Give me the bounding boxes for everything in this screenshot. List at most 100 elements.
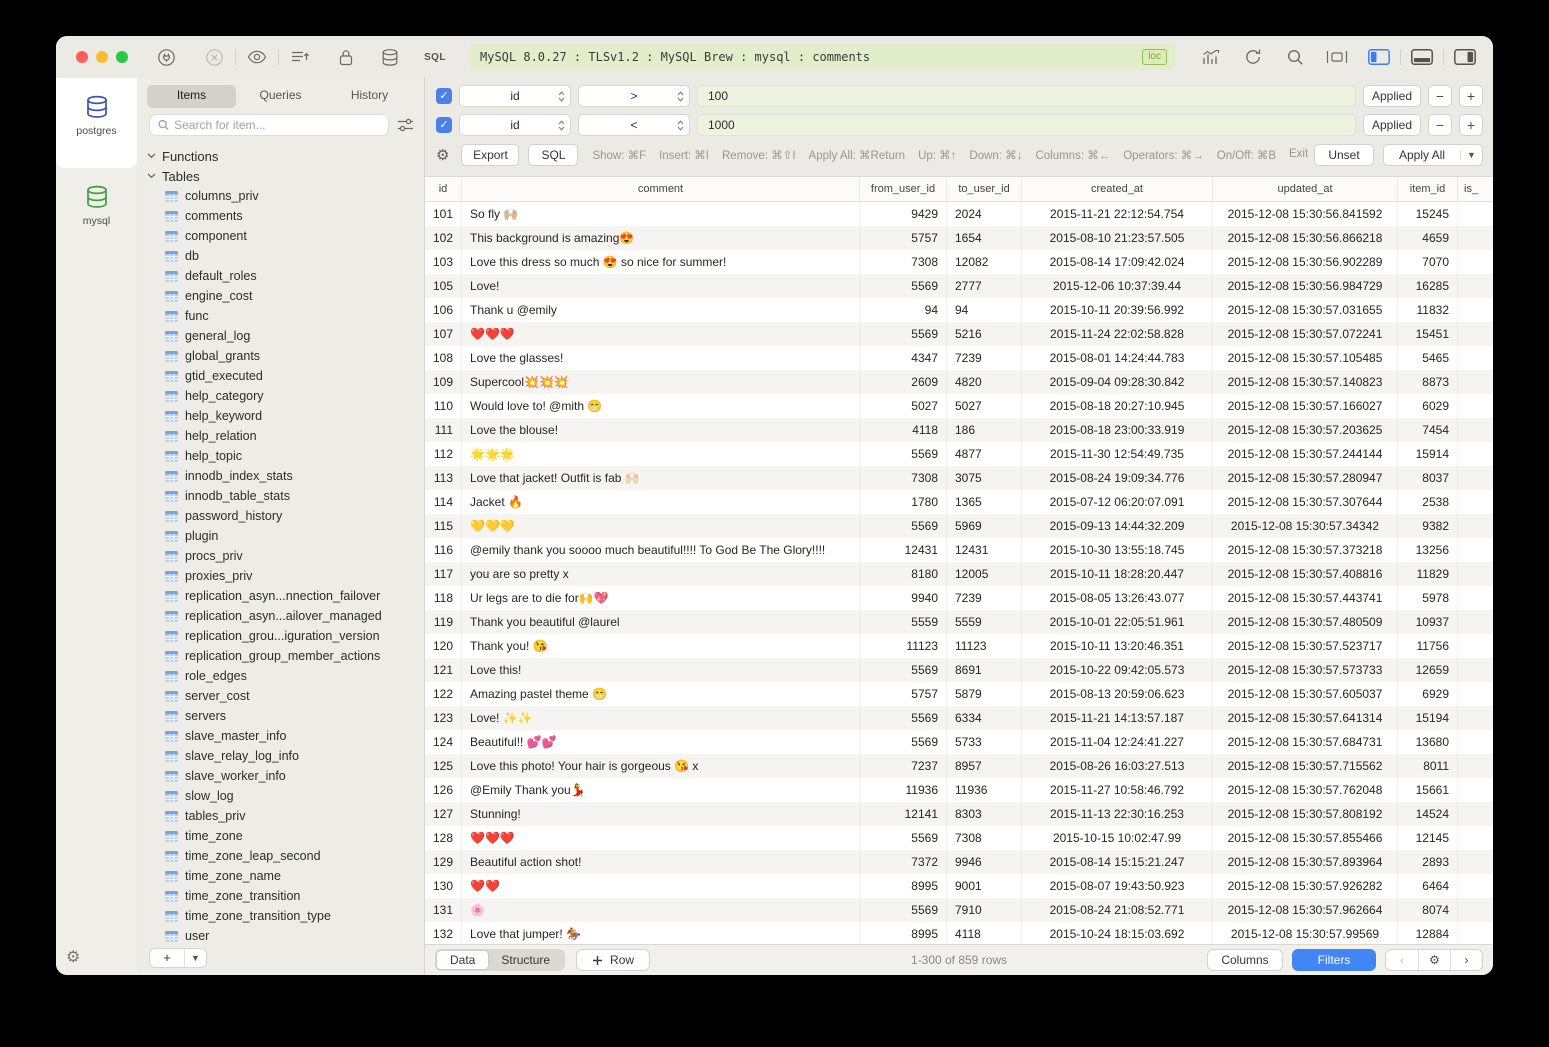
cell-updated_at[interactable]: 2015-12-08 15:30:57.962664 <box>1213 898 1398 922</box>
cell-id[interactable]: 102 <box>425 226 462 250</box>
sidebar-item-db[interactable]: db <box>147 246 424 266</box>
column-header-created_at[interactable]: created_at <box>1022 177 1213 201</box>
cell-item_id[interactable]: 6464 <box>1398 874 1458 898</box>
cell-created_at[interactable]: 2015-08-26 16:03:27.513 <box>1022 754 1213 778</box>
sidebar-item-slave_worker_info[interactable]: slave_worker_info <box>147 766 424 786</box>
column-header-to_user_id[interactable]: to_user_id <box>947 177 1022 201</box>
sidebar-item-replication_asyn...nnection_failover[interactable]: replication_asyn...nnection_failover <box>147 586 424 606</box>
cell-to_user_id[interactable]: 2024 <box>947 202 1022 226</box>
cell-item_id[interactable]: 8011 <box>1398 754 1458 778</box>
cell-comment[interactable]: Amazing pastel theme 😁 <box>462 682 860 706</box>
cell-comment[interactable]: Beautiful!! 💕💕 <box>462 730 860 754</box>
cell-created_at[interactable]: 2015-11-21 14:13:57.187 <box>1022 706 1213 730</box>
apply-all-chevron[interactable]: ▼ <box>1460 150 1482 160</box>
cell-to_user_id[interactable]: 4877 <box>947 442 1022 466</box>
cell-from_user_id[interactable]: 7308 <box>860 466 947 490</box>
cell-item_id[interactable]: 11756 <box>1398 634 1458 658</box>
cell-created_at[interactable]: 2015-10-24 18:15:03.692 <box>1022 922 1213 944</box>
cell-item_id[interactable]: 12884 <box>1398 922 1458 944</box>
apply-all-button[interactable]: Apply All ▼ <box>1383 144 1483 166</box>
sidebar-item-replication_group_member_actions[interactable]: replication_group_member_actions <box>147 646 424 666</box>
add-item-chevron[interactable]: ▼ <box>184 949 206 967</box>
add-filter-button[interactable]: + <box>1459 85 1483 107</box>
cell-comment[interactable]: Jacket 🔥 <box>462 490 860 514</box>
cell-to_user_id[interactable]: 11123 <box>947 634 1022 658</box>
sidebar-search[interactable] <box>149 114 389 136</box>
cell-to_user_id[interactable]: 5733 <box>947 730 1022 754</box>
cell-id[interactable]: 116 <box>425 538 462 562</box>
cell-updated_at[interactable]: 2015-12-08 15:30:57.34342 <box>1213 514 1398 538</box>
cell-id[interactable]: 101 <box>425 202 462 226</box>
cell-item_id[interactable]: 5978 <box>1398 586 1458 610</box>
cell-updated_at[interactable]: 2015-12-08 15:30:57.605037 <box>1213 682 1398 706</box>
add-row-button[interactable]: Row <box>576 949 650 971</box>
cell-id[interactable]: 103 <box>425 250 462 274</box>
cell-item_id[interactable]: 2538 <box>1398 490 1458 514</box>
cell-from_user_id[interactable]: 12141 <box>860 802 947 826</box>
table-row[interactable]: 113Love that jacket! Outfit is fab 🙌🏻730… <box>425 466 1493 490</box>
add-item-split-button[interactable]: + ▼ <box>149 948 207 968</box>
cell-item_id[interactable]: 7070 <box>1398 250 1458 274</box>
cell-item_id[interactable]: 5465 <box>1398 346 1458 370</box>
sidebar-item-comments[interactable]: comments <box>147 206 424 226</box>
cell-comment[interactable]: @emily thank you soooo much beautiful!!!… <box>462 538 860 562</box>
cell-created_at[interactable]: 2015-10-01 22:05:51.961 <box>1022 610 1213 634</box>
search-icon[interactable] <box>1283 45 1307 69</box>
cell-is_[interactable] <box>1458 922 1493 944</box>
cell-updated_at[interactable]: 2015-12-08 15:30:57.280947 <box>1213 466 1398 490</box>
toggle-left-panel-icon[interactable] <box>1367 45 1391 69</box>
sidebar-item-help_category[interactable]: help_category <box>147 386 424 406</box>
cell-is_[interactable] <box>1458 202 1493 226</box>
tree-group-functions[interactable]: Functions <box>147 146 424 166</box>
cell-to_user_id[interactable]: 4820 <box>947 370 1022 394</box>
cell-comment[interactable]: Supercool💥💥💥 <box>462 370 860 394</box>
table-row[interactable]: 111Love the blouse!41181862015-08-18 23:… <box>425 418 1493 442</box>
cell-item_id[interactable]: 15245 <box>1398 202 1458 226</box>
cell-comment[interactable]: Thank you! 😘 <box>462 634 860 658</box>
table-row[interactable]: 101So fly 🙌🏼942920242015-11-21 22:12:54.… <box>425 202 1493 226</box>
cell-is_[interactable] <box>1458 322 1493 346</box>
cell-is_[interactable] <box>1458 250 1493 274</box>
filters-button[interactable]: Filters <box>1292 949 1376 971</box>
cell-item_id[interactable]: 16285 <box>1398 274 1458 298</box>
cell-to_user_id[interactable]: 8957 <box>947 754 1022 778</box>
cell-item_id[interactable]: 9382 <box>1398 514 1458 538</box>
cell-from_user_id[interactable]: 11936 <box>860 778 947 802</box>
toggle-right-panel-icon[interactable] <box>1453 45 1477 69</box>
cell-to_user_id[interactable]: 1365 <box>947 490 1022 514</box>
filter-settings-icon[interactable] <box>397 118 414 132</box>
cell-comment[interactable]: Love the blouse! <box>462 418 860 442</box>
cell-to_user_id[interactable]: 9946 <box>947 850 1022 874</box>
cell-is_[interactable] <box>1458 538 1493 562</box>
cell-id[interactable]: 126 <box>425 778 462 802</box>
export-button[interactable]: Export <box>461 144 519 166</box>
sidebar-item-replication_grou...iguration_version[interactable]: replication_grou...iguration_version <box>147 626 424 646</box>
cell-updated_at[interactable]: 2015-12-08 15:30:57.373218 <box>1213 538 1398 562</box>
cell-item_id[interactable]: 2893 <box>1398 850 1458 874</box>
sidebar-item-time_zone[interactable]: time_zone <box>147 826 424 846</box>
cell-to_user_id[interactable]: 7239 <box>947 346 1022 370</box>
table-row[interactable]: 102This background is amazing😍5757165420… <box>425 226 1493 250</box>
sidebar-item-time_zone_transition_type[interactable]: time_zone_transition_type <box>147 906 424 926</box>
sidebar-item-replication_asyn...ailover_managed[interactable]: replication_asyn...ailover_managed <box>147 606 424 626</box>
cell-item_id[interactable]: 13256 <box>1398 538 1458 562</box>
cell-created_at[interactable]: 2015-10-11 20:39:56.992 <box>1022 298 1213 322</box>
cell-id[interactable]: 129 <box>425 850 462 874</box>
settings-gear-icon[interactable]: ⚙ <box>66 950 80 966</box>
cell-created_at[interactable]: 2015-08-07 19:43:50.923 <box>1022 874 1213 898</box>
sidebar-item-time_zone_name[interactable]: time_zone_name <box>147 866 424 886</box>
table-row[interactable]: 130❤️❤️899590012015-08-07 19:43:50.92320… <box>425 874 1493 898</box>
sidebar-item-servers[interactable]: servers <box>147 706 424 726</box>
table-row[interactable]: 132Love that jumper! 🏇899541182015-10-24… <box>425 922 1493 944</box>
filter-applied-button[interactable]: Applied <box>1363 85 1421 107</box>
cell-from_user_id[interactable]: 5757 <box>860 226 947 250</box>
cell-is_[interactable] <box>1458 682 1493 706</box>
cell-comment[interactable]: you are so pretty x <box>462 562 860 586</box>
preview-eye-icon[interactable] <box>245 45 269 69</box>
cell-item_id[interactable]: 4659 <box>1398 226 1458 250</box>
cell-item_id[interactable]: 15661 <box>1398 778 1458 802</box>
column-header-id[interactable]: id <box>425 177 462 201</box>
cell-item_id[interactable]: 8873 <box>1398 370 1458 394</box>
cell-created_at[interactable]: 2015-10-22 09:42:05.573 <box>1022 658 1213 682</box>
cell-id[interactable]: 115 <box>425 514 462 538</box>
